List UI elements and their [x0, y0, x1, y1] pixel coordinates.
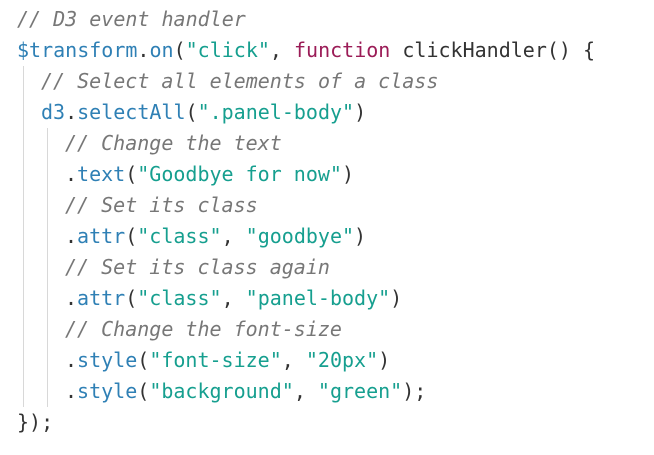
code-line: .attr("class", "goodbye") [17, 221, 654, 252]
code-line: // Change the font-size [17, 314, 654, 345]
code-punctuation: , [269, 38, 294, 62]
code-method: style [77, 379, 138, 403]
code-line: // Select all elements of a class [17, 66, 654, 97]
code-method: selectAll [77, 100, 186, 124]
code-punctuation: . [137, 38, 150, 62]
code-punctuation: ) [341, 162, 355, 186]
indent-guide [47, 376, 48, 407]
indent-guide [23, 376, 24, 407]
code-comment: // D3 event handler [17, 7, 246, 31]
code-comment: // Change the text [65, 131, 282, 155]
code-line: // Change the text [17, 128, 654, 159]
code-punctuation: ( [125, 286, 138, 310]
code-string: "font-size" [149, 348, 282, 372]
code-line: // Set its class [17, 190, 654, 221]
code-line: .style("background", "green"); [17, 376, 654, 407]
code-string: ".panel-body" [197, 100, 355, 124]
code-string: "class" [137, 286, 222, 310]
code-line: // D3 event handler [17, 4, 654, 35]
code-comment: // Select all elements of a class [41, 69, 439, 93]
code-punctuation: . [65, 100, 78, 124]
indent-guide [47, 252, 48, 283]
code-string: "click" [185, 38, 270, 62]
code-string: "Goodbye for now" [137, 162, 342, 186]
code-string: "panel-body" [245, 286, 391, 310]
code-punctuation: ( [185, 100, 198, 124]
indent-guide [47, 190, 48, 221]
code-punctuation: , [221, 224, 246, 248]
code-string: "green" [317, 379, 403, 403]
indent-guide [47, 159, 48, 190]
code-punctuation: ); [402, 379, 427, 403]
code-punctuation: , [281, 348, 306, 372]
code-punctuation: ( [125, 162, 138, 186]
indent-guide [23, 283, 24, 314]
code-method: attr [77, 224, 126, 248]
indent-guide [23, 221, 24, 252]
code-comment: // Set its class again [65, 255, 330, 279]
code-line: }); [17, 407, 654, 438]
code-line: .style("font-size", "20px") [17, 345, 654, 376]
code-punctuation: ) [378, 348, 391, 372]
code-line: $transform.on("click", function clickHan… [17, 35, 654, 66]
indent-guide [23, 314, 24, 345]
indent-guide [23, 190, 24, 221]
indent-guide [23, 97, 24, 128]
indent-guide [23, 66, 24, 97]
code-punctuation: ( [125, 224, 138, 248]
code-identifier: $transform [17, 38, 138, 62]
code-punctuation: . [65, 162, 78, 186]
indent-guide [47, 221, 48, 252]
code-punctuation: . [65, 224, 78, 248]
code-punctuation: . [65, 379, 78, 403]
code-punctuation: () { [546, 38, 596, 62]
code-string: "background" [149, 379, 294, 403]
indent-guide [23, 252, 24, 283]
code-method: style [77, 348, 138, 372]
code-line: d3.selectAll(".panel-body") [17, 97, 654, 128]
code-keyword: function [294, 38, 391, 62]
code-function-name: clickHandler [390, 38, 547, 62]
code-punctuation: ) [354, 224, 367, 248]
code-punctuation: . [65, 286, 78, 310]
code-string: "20px" [305, 348, 379, 372]
code-editor[interactable]: // D3 event handler $transform.on("click"… [0, 0, 654, 455]
code-comment: // Change the font-size [65, 317, 342, 341]
indent-guide [23, 159, 24, 190]
code-string: "goodbye" [245, 224, 355, 248]
code-punctuation: ( [137, 348, 150, 372]
code-string: "class" [137, 224, 222, 248]
code-punctuation: , [221, 286, 246, 310]
code-line: // Set its class again [17, 252, 654, 283]
code-punctuation: ) [390, 286, 403, 310]
indent-guide [23, 128, 24, 159]
code-method: on [149, 38, 174, 62]
code-identifier: d3 [41, 100, 66, 124]
code-line: .text("Goodbye for now") [17, 159, 654, 190]
indent-guide [47, 345, 48, 376]
code-line: .attr("class", "panel-body") [17, 283, 654, 314]
indent-guide [23, 345, 24, 376]
code-punctuation: ( [137, 379, 150, 403]
code-punctuation: . [65, 348, 78, 372]
code-punctuation: ( [173, 38, 186, 62]
code-punctuation: , [293, 379, 318, 403]
code-method: text [77, 162, 126, 186]
indent-guide [47, 314, 48, 345]
code-method: attr [77, 286, 126, 310]
code-punctuation: }); [17, 410, 54, 434]
code-punctuation: ) [354, 100, 367, 124]
indent-guide [47, 283, 48, 314]
code-comment: // Set its class [65, 193, 258, 217]
indent-guide [47, 128, 48, 159]
